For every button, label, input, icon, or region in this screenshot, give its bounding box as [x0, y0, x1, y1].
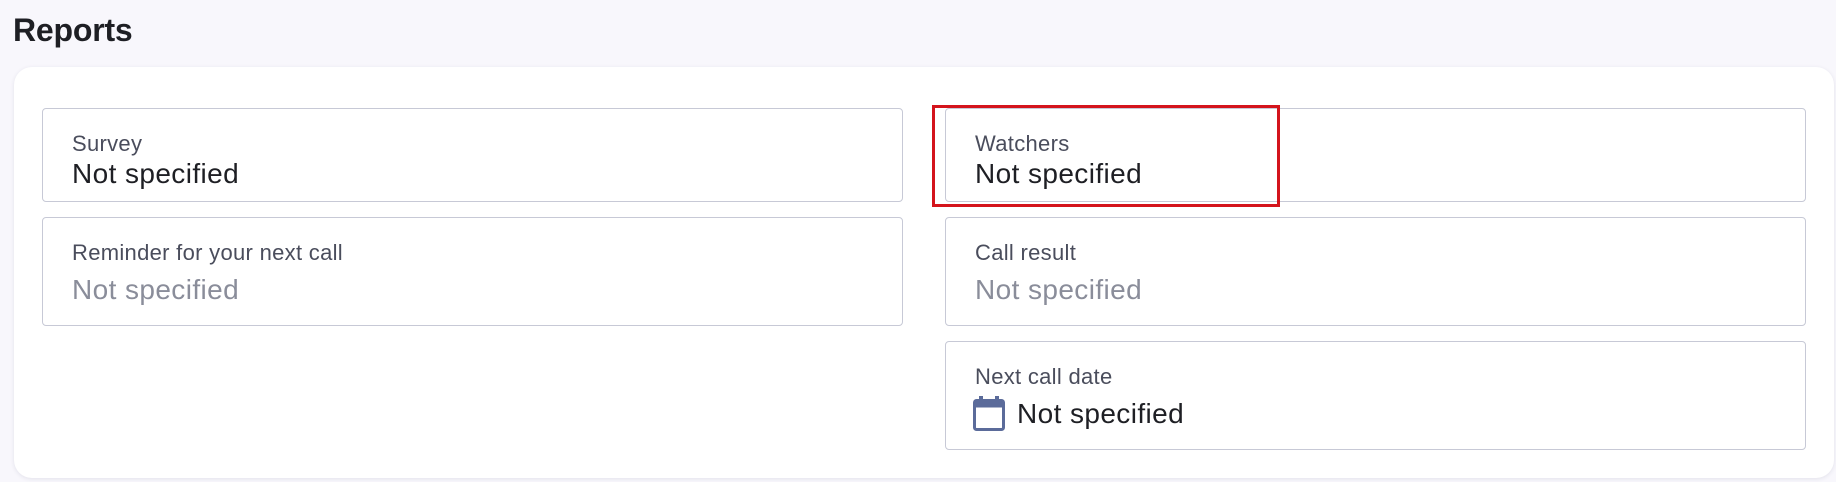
reminder-field[interactable]: Reminder for your next call Not specifie… — [42, 217, 903, 326]
section-title: Reports — [13, 12, 133, 48]
next-call-date-field[interactable]: Next call date Not specified — [945, 341, 1806, 450]
call-result-label: Call result — [975, 240, 1077, 265]
survey-value: Not specified — [72, 158, 240, 189]
call-result-field[interactable]: Call result Not specified — [945, 217, 1806, 326]
watchers-value: Not specified — [975, 158, 1143, 189]
watchers-field[interactable]: Watchers Not specified — [945, 108, 1806, 202]
survey-label: Survey — [72, 131, 143, 156]
reports-card: Survey Not specified Watchers Not specif… — [14, 67, 1834, 478]
next-call-date-label: Next call date — [975, 364, 1113, 389]
survey-field[interactable]: Survey Not specified — [42, 108, 903, 202]
call-result-value: Not specified — [975, 274, 1143, 305]
watchers-label: Watchers — [975, 131, 1070, 156]
reminder-value: Not specified — [72, 274, 240, 305]
next-call-date-value: Not specified — [1017, 398, 1185, 429]
reminder-label: Reminder for your next call — [72, 240, 343, 265]
calendar-icon[interactable] — [973, 396, 1005, 431]
